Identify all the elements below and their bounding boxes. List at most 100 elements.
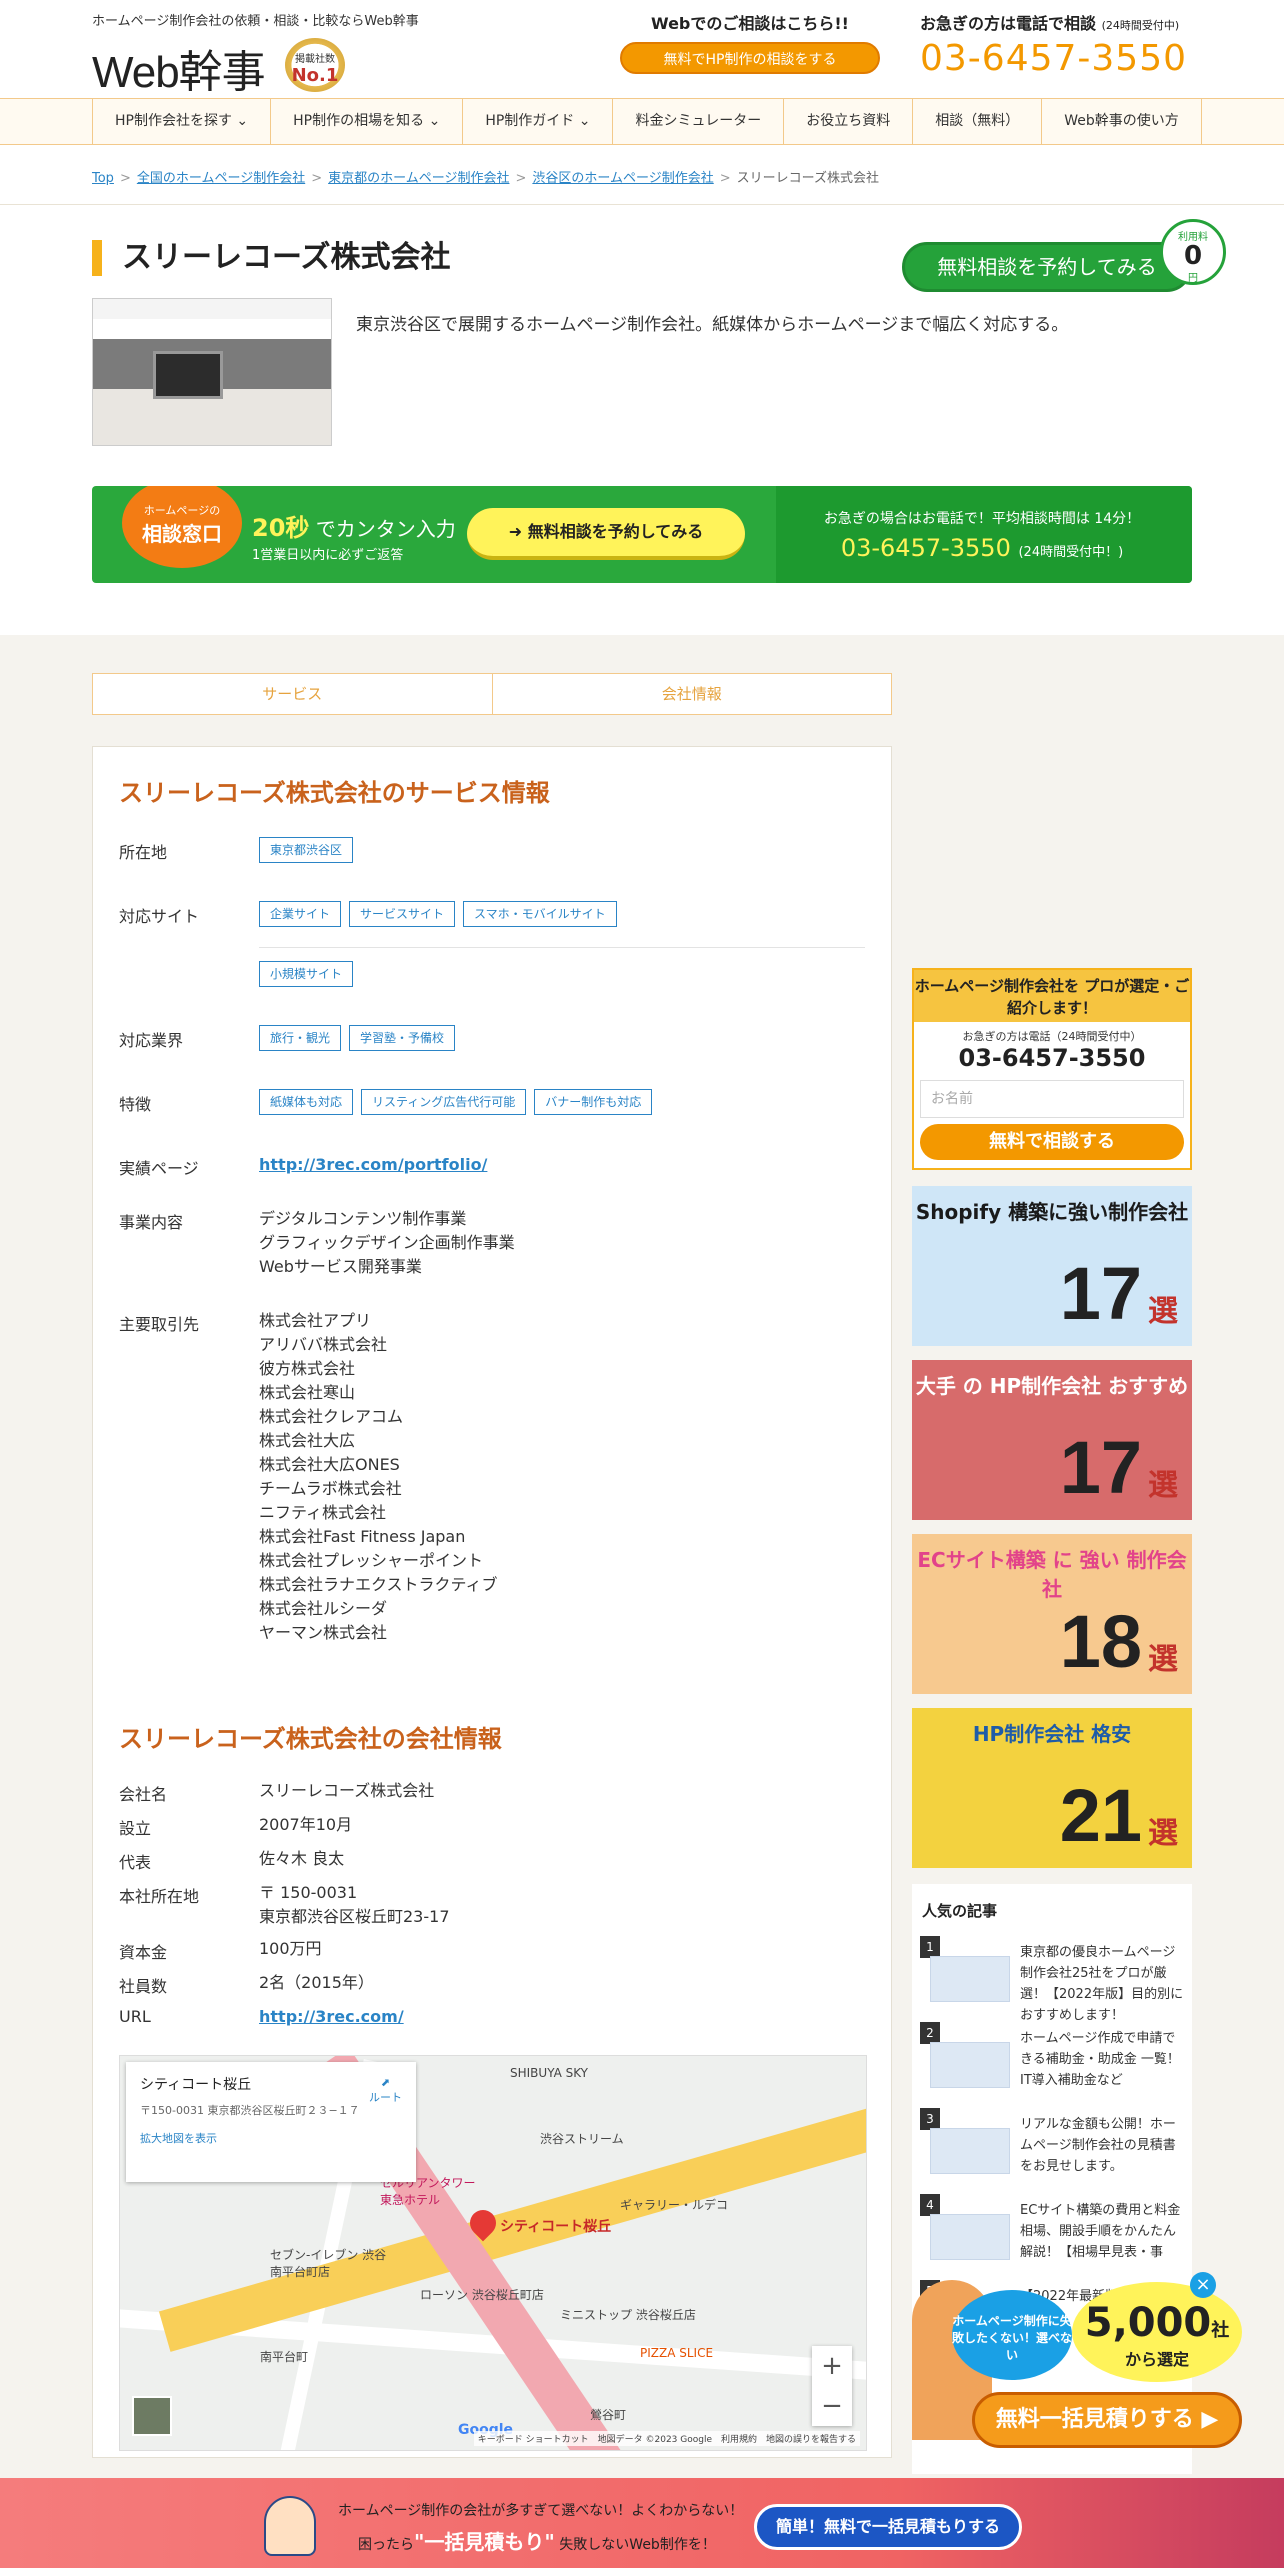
- name-input[interactable]: お名前: [920, 1080, 1184, 1118]
- service-tag[interactable]: スマホ・モバイルサイト: [463, 901, 617, 927]
- bottom-estimate-button[interactable]: 簡単！無料で一括見積もりする: [754, 2504, 1022, 2550]
- google-map[interactable]: SHIBUYA SKY 渋谷ストリーム セルリアンタワー 東急ホテル ローソン …: [119, 2055, 867, 2451]
- sidebar-ad-banner[interactable]: Shopify 構築に強い制作会社 17 選: [912, 1186, 1192, 1346]
- company-detail-card: スリーレコーズ株式会社のサービス情報 所在地 東京都渋谷区 対応サイト 企業サイ…: [92, 746, 892, 2458]
- company-thumbnail[interactable]: [92, 298, 332, 446]
- popular-article[interactable]: 1 東京都の優良ホームページ制作会社25社をプロが厳選！【2022年版】目的別にお…: [920, 1936, 1184, 2023]
- bottom-line2c: 失敗しないWeb制作を！: [559, 2537, 716, 2553]
- floating-count-badge: 5,000社 から選定: [1072, 2282, 1242, 2382]
- floating-estimate-widget: ホームページ制作に失敗したくない！選べない 5,000社 から選定 × 無料一括見…: [912, 2270, 1252, 2480]
- map-label: PIZZA SLICE: [640, 2346, 714, 2360]
- breadcrumb-item[interactable]: Top: [92, 171, 114, 186]
- ad-number: 17: [1059, 1426, 1142, 1509]
- tab-service[interactable]: サービス: [93, 674, 492, 714]
- main-nav: HP制作会社を探す ⌄ HP制作の相場を知る ⌄ HP制作ガイド ⌄ 料金シミュレータ…: [0, 98, 1284, 145]
- article-title: 東京都の優良ホームページ制作会社25社をプロが厳選！【2022年版】目的別におす…: [1020, 1945, 1184, 2023]
- bottom-cta-bar: ホームページ制作の会社が多すぎて選べない！よくわからない！ 困ったら"一括見積も…: [0, 2478, 1284, 2568]
- popular-article[interactable]: 3 リアルな金額も公開！ホームページ制作会社の見積書をお見せします。: [920, 2108, 1184, 2188]
- service-tag[interactable]: 小規模サイト: [259, 961, 354, 987]
- rank-badge: 3: [920, 2108, 940, 2130]
- popular-article[interactable]: 2 ホームページ作成で申請できる補助金・助成金 一覧！IT導入補助金など: [920, 2022, 1184, 2102]
- nav-item[interactable]: お役立ち資料: [783, 99, 912, 144]
- nav-item[interactable]: 相談（無料）: [912, 99, 1041, 144]
- nav-item[interactable]: HP制作の相場を知る ⌄: [270, 99, 462, 144]
- ad-suffix: 選: [1148, 1294, 1178, 1329]
- web-consult-block: Webでのご相談はこちら!! 無料でHP制作の相談をする: [620, 10, 880, 74]
- service-tag[interactable]: リスティング広告代行可能: [361, 1089, 527, 1115]
- service-tag[interactable]: サービスサイト: [349, 901, 456, 927]
- list-item: 株式会社大広: [259, 1431, 356, 1450]
- site-logo[interactable]: Web幹事: [92, 36, 266, 100]
- banner-reserve-button[interactable]: ➜ 無料相談を予約してみる: [467, 508, 745, 560]
- bottom-line1: ホームページ制作の会社が多すぎて選べない！よくわからない！: [338, 2503, 744, 2519]
- list-item: 株式会社Fast Fitness Japan: [259, 1527, 466, 1546]
- floating-estimate-button[interactable]: 無料一括見積りする ▶: [972, 2392, 1242, 2448]
- satellite-toggle[interactable]: [132, 2396, 172, 2436]
- tel-note: (24時間受付中): [1101, 19, 1180, 32]
- breadcrumb-item[interactable]: 全国のホームページ制作会社: [137, 171, 305, 186]
- breadcrumb-item[interactable]: 東京都のホームページ制作会社: [328, 171, 509, 186]
- zoom-in-icon[interactable]: +: [812, 2346, 852, 2386]
- close-icon[interactable]: ×: [1190, 2272, 1216, 2298]
- location-label: 所在地: [119, 843, 168, 862]
- route-button[interactable]: ⬈ ルート: [369, 2076, 402, 2105]
- ad-number: 18: [1059, 1600, 1142, 1683]
- nav-item[interactable]: HP制作ガイド ⌄: [462, 99, 612, 144]
- banner-phone-number[interactable]: 03-6457-3550 (24時間受付中！): [792, 534, 1172, 562]
- service-tag[interactable]: 紙媒体も対応: [259, 1089, 354, 1115]
- ad-suffix: 選: [1148, 1468, 1178, 1503]
- service-tag[interactable]: バナー制作も対応: [534, 1089, 653, 1115]
- reserve-consult-button[interactable]: 無料相談を予約してみる: [902, 242, 1192, 292]
- banner-main: でカンタン入力: [315, 517, 456, 541]
- breadcrumb-separator: >: [515, 171, 527, 186]
- service-tag[interactable]: 学習塾・予備校: [349, 1025, 456, 1051]
- sidebar-box-sub: お急ぎの方は電話（24時間受付中）: [962, 1030, 1142, 1043]
- sidebar-phone-number[interactable]: 03-6457-3550: [914, 1044, 1190, 1072]
- tel-number[interactable]: 03-6457-3550: [920, 38, 1260, 79]
- zoom-out-icon[interactable]: −: [812, 2386, 852, 2426]
- bottom-line2a: 困ったら: [358, 2537, 414, 2553]
- breadcrumb-item[interactable]: 渋谷区のホームページ制作会社: [532, 171, 713, 186]
- works-label: 実績ページ: [119, 1159, 199, 1178]
- breadcrumb-item: スリーレコーズ株式会社: [736, 171, 879, 186]
- enlarge-map-link[interactable]: 拡大地図を表示: [140, 2130, 402, 2146]
- info-value: 100万円: [259, 1937, 322, 1961]
- floating-bubble: ホームページ制作に失敗したくない！選べない: [952, 2290, 1072, 2380]
- sidebar-ad-banner[interactable]: ECサイト構築 に 強い 制作会社 18 選: [912, 1534, 1192, 1694]
- info-value-line: 〒 150-0031: [259, 1883, 358, 1902]
- tab-company-info[interactable]: 会社情報: [491, 674, 892, 714]
- ad-suffix: 選: [1148, 1642, 1178, 1677]
- article-thumbnail: [930, 2042, 1010, 2088]
- service-tag[interactable]: 企業サイト: [259, 901, 342, 927]
- company-url-link[interactable]: http://3rec.com/: [259, 2007, 404, 2026]
- web-consult-button[interactable]: 無料でHP制作の相談をする: [620, 42, 880, 74]
- nav-item[interactable]: HP制作会社を探す ⌄: [92, 99, 270, 144]
- info-label: 本社所在地: [119, 1887, 200, 1906]
- list-item: デジタルコンテンツ制作事業: [259, 1209, 467, 1228]
- divider: [259, 947, 865, 948]
- nav-item[interactable]: 料金シミュレーター: [612, 99, 783, 144]
- service-tag[interactable]: 旅行・観光: [259, 1025, 342, 1051]
- nav-item[interactable]: Web幹事の使い方: [1041, 99, 1202, 144]
- sidebar-ad-banner[interactable]: HP制作会社 格安 21 選: [912, 1708, 1192, 1868]
- info-value-line: 100万円: [259, 1939, 322, 1958]
- tel-consult-block: お急ぎの方は電話で相談 (24時間受付中) 03-6457-3550: [920, 10, 1260, 79]
- works-link[interactable]: http://3rec.com/portfolio/: [259, 1155, 487, 1174]
- map-info-box: シティコート桜丘 〒150-0031 東京都渋谷区桜丘町２３−１７ ⬈ ルート 拡…: [126, 2062, 416, 2182]
- info-value-line: 2名（2015年）: [259, 1973, 374, 1992]
- info-value-line: 佐々木 良太: [259, 1849, 345, 1868]
- sidebar-ad-banner[interactable]: 大手 の HP制作会社 おすすめ 17 選: [912, 1360, 1192, 1520]
- map-footer[interactable]: キーボード ショートカット 地図データ ©2023 Google 利用規約 地図…: [473, 2431, 860, 2446]
- list-item: 株式会社大広ONES: [259, 1455, 400, 1474]
- business-label: 事業内容: [119, 1213, 184, 1232]
- sidebar-consult-box: ホームページ制作会社を プロが選定・ご紹介します！ お急ぎの方は電話（24時間受…: [912, 968, 1192, 1170]
- service-tag[interactable]: 東京都渋谷区: [259, 837, 354, 863]
- company-description: 東京渋谷区で展開するホームページ制作会社。紙媒体からホームページまで幅広く対応す…: [356, 315, 1069, 335]
- popular-article[interactable]: 4 ECサイト構築の費用と料金相場、開設手順をかんたん解説！【相場早見表・事: [920, 2194, 1184, 2274]
- sidebar-consult-button[interactable]: 無料で相談する: [920, 1124, 1184, 1160]
- floating-count-sub: から選定: [1124, 2350, 1189, 2369]
- industry-tags: 旅行・観光 学習塾・予備校: [259, 1025, 463, 1051]
- map-label: ローソン 渋谷桜丘町店: [420, 2288, 544, 2302]
- info-value-line: スリーレコーズ株式会社: [259, 1781, 435, 1800]
- map-zoom-controls: + −: [812, 2346, 852, 2426]
